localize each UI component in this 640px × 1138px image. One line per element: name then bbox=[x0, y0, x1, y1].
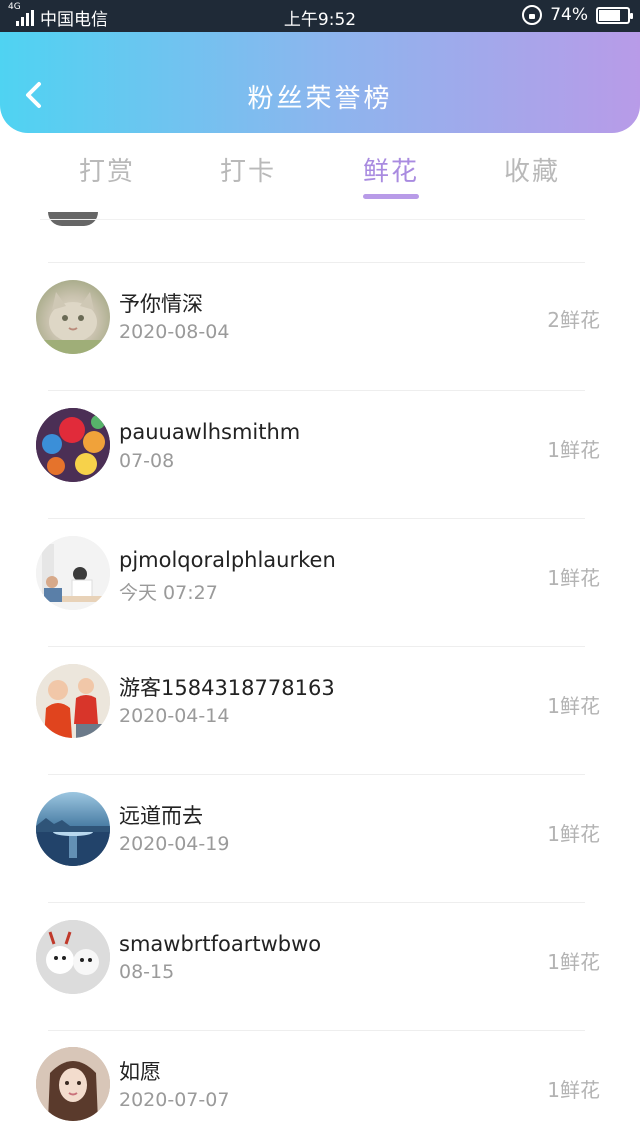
tab-checkin[interactable]: 打卡 bbox=[198, 151, 298, 188]
flower-date: 2020-08-04 bbox=[119, 321, 230, 343]
avatar bbox=[36, 920, 110, 994]
flower-date: 2020-04-14 bbox=[119, 705, 230, 727]
divider bbox=[40, 219, 585, 220]
list-item[interactable]: pjmolqoralphlaurken 今天 07:27 1鲜花 bbox=[0, 518, 640, 646]
list-item[interactable]: smawbrtfoartwbwo 08-15 1鲜花 bbox=[0, 902, 640, 1030]
flower-count: 1鲜花 bbox=[547, 950, 600, 974]
user-name: pauuawlhsmithm bbox=[119, 420, 301, 444]
avatar bbox=[36, 408, 110, 482]
status-bar: 4G 中国电信 上午9:52 74% bbox=[0, 0, 640, 32]
user-name: 远道而去 bbox=[119, 804, 203, 828]
divider bbox=[48, 262, 585, 263]
flower-count: 1鲜花 bbox=[547, 822, 600, 846]
rotation-lock-icon bbox=[522, 5, 543, 25]
list-item[interactable]: 远道而去 2020-04-19 1鲜花 bbox=[0, 774, 640, 902]
user-name: smawbrtfoartwbwo bbox=[119, 932, 322, 956]
divider bbox=[48, 390, 585, 391]
list-item[interactable]: 游客1584318778163 2020-04-14 1鲜花 bbox=[0, 646, 640, 774]
tab-favorites[interactable]: 收藏 bbox=[482, 151, 582, 188]
battery-icon bbox=[596, 6, 633, 24]
tab-bar: 打赏 打卡 鲜花 收藏 bbox=[0, 133, 640, 223]
flower-date: 2020-07-07 bbox=[119, 1089, 230, 1111]
user-name: pjmolqoralphlaurken bbox=[119, 548, 336, 572]
avatar bbox=[36, 664, 110, 738]
list-item[interactable]: pauuawlhsmithm 07-08 1鲜花 bbox=[0, 390, 640, 518]
header-bar: 4G 中国电信 上午9:52 74% 粉丝荣誉榜 bbox=[0, 0, 640, 133]
flower-count: 2鲜花 bbox=[547, 308, 600, 332]
divider bbox=[48, 646, 585, 647]
flower-date: 08-15 bbox=[119, 961, 175, 983]
avatar bbox=[36, 536, 110, 610]
flower-count: 1鲜花 bbox=[547, 438, 600, 462]
divider bbox=[48, 1030, 585, 1031]
list-item[interactable]: 如愿 2020-07-07 1鲜花 bbox=[0, 1030, 640, 1138]
tab-reward[interactable]: 打赏 bbox=[57, 151, 157, 188]
divider bbox=[48, 902, 585, 903]
avatar bbox=[36, 1047, 110, 1121]
divider bbox=[48, 774, 585, 775]
avatar bbox=[36, 280, 110, 354]
battery-percent: 74% bbox=[550, 5, 588, 25]
flower-count: 1鲜花 bbox=[547, 566, 600, 590]
page-title: 粉丝荣誉榜 bbox=[247, 84, 393, 114]
flower-date: 07-08 bbox=[119, 450, 175, 472]
user-name: 如愿 bbox=[119, 1060, 161, 1084]
flower-date: 2020-04-19 bbox=[119, 833, 230, 855]
active-tab-indicator bbox=[363, 194, 419, 199]
user-name: 游客1584318778163 bbox=[119, 676, 335, 700]
flower-count: 1鲜花 bbox=[547, 694, 600, 718]
status-right: 74% bbox=[522, 5, 633, 25]
user-name: 予你情深 bbox=[119, 292, 203, 316]
avatar bbox=[36, 792, 110, 866]
flower-date: 今天 07:27 bbox=[119, 582, 218, 604]
tab-flowers[interactable]: 鲜花 bbox=[341, 151, 441, 188]
divider bbox=[48, 518, 585, 519]
flower-count: 1鲜花 bbox=[547, 1078, 600, 1102]
list-item[interactable]: 予你情深 2020-08-04 2鲜花 bbox=[0, 262, 640, 390]
